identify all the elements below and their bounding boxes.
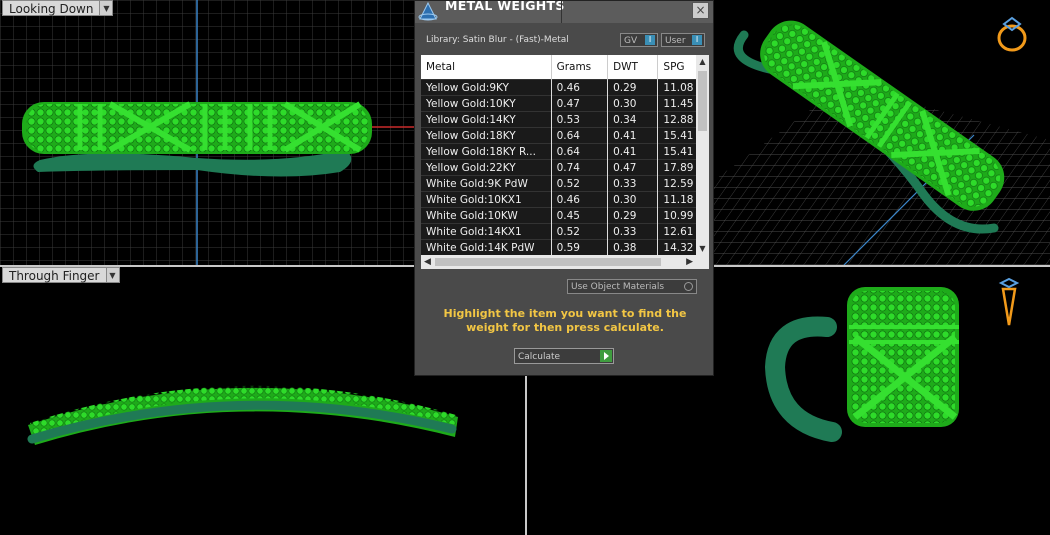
play-icon [600, 350, 612, 362]
vertical-scrollbar[interactable]: ▲ ▼ [696, 55, 709, 255]
instruction-text: Highlight the item you want to find the … [443, 307, 687, 334]
cell-dwt: 0.41 [607, 143, 659, 160]
cell-dwt: 0.33 [607, 223, 659, 240]
cell-metal: White Gold:10KX1 [421, 191, 552, 208]
library-label: Library: Satin Blur - (Fast)-Metal [426, 35, 569, 45]
cell-grams: 0.64 [551, 127, 609, 144]
cell-grams: 0.47 [551, 95, 609, 112]
cell-metal: Yellow Gold:9KY [421, 79, 552, 96]
toggle-label: GV [624, 36, 638, 46]
toggle-knob: I [645, 35, 655, 45]
pendant-orientation-icon[interactable] [997, 277, 1021, 329]
column-header-metal[interactable]: Metal [421, 55, 552, 80]
table: Metal Grams DWT SPG Yellow Gold:9KY 0.46 0… [421, 55, 709, 255]
metal-weights-table[interactable]: Metal Grams DWT SPG Yellow Gold:9KY 0.46 0… [421, 55, 709, 269]
cell-metal: Yellow Gold:14KY [421, 111, 552, 128]
cell-dwt: 0.29 [607, 79, 659, 96]
table-row[interactable]: White Gold:14K PdW 0.59 0.38 14.32 [421, 239, 709, 255]
cell-metal: Yellow Gold:18KY R... [421, 143, 552, 160]
table-header-row: Metal Grams DWT SPG [421, 55, 709, 80]
cell-metal: Yellow Gold:10KY [421, 95, 552, 112]
horizontal-scrollbar[interactable]: ◀ ▶ [421, 255, 709, 269]
cell-dwt: 0.30 [607, 95, 659, 112]
dialog-title: METAL WEIGHTS [445, 0, 565, 13]
calculate-button[interactable]: Calculate [514, 348, 614, 364]
cell-metal: White Gold:10KW [421, 207, 552, 224]
column-header-grams[interactable]: Grams [551, 55, 609, 80]
cell-dwt: 0.41 [607, 127, 659, 144]
cell-grams: 0.46 [551, 79, 609, 96]
cell-grams: 0.52 [551, 175, 609, 192]
scroll-left-icon[interactable]: ◀ [424, 255, 431, 269]
option-label: Use Object Materials [571, 282, 665, 292]
toggle-knob: I [692, 35, 702, 45]
cell-dwt: 0.34 [607, 111, 659, 128]
cell-grams: 0.45 [551, 207, 609, 224]
cell-grams: 0.74 [551, 159, 609, 176]
table-body: Yellow Gold:9KY 0.46 0.29 11.08 Yellow Gold… [421, 79, 709, 255]
scroll-thumb[interactable] [698, 71, 707, 131]
cell-grams: 0.52 [551, 223, 609, 240]
cell-metal: Yellow Gold:22KY [421, 159, 552, 176]
title-separator [561, 1, 562, 23]
toggle-label: User [665, 36, 686, 46]
scroll-right-icon[interactable]: ▶ [686, 255, 693, 269]
table-row[interactable]: White Gold:9K PdW 0.52 0.33 12.59 [421, 175, 709, 192]
table-row[interactable]: Yellow Gold:10KY 0.47 0.30 11.45 [421, 95, 709, 112]
cell-dwt: 0.47 [607, 159, 659, 176]
table-row[interactable]: Yellow Gold:22KY 0.74 0.47 17.89 [421, 159, 709, 176]
cell-dwt: 0.29 [607, 207, 659, 224]
cell-dwt: 0.30 [607, 191, 659, 208]
cell-grams: 0.64 [551, 143, 609, 160]
viewport-perspective[interactable] [714, 0, 1050, 265]
ring-orientation-icon[interactable] [994, 14, 1030, 54]
cell-metal: White Gold:9K PdW [421, 175, 552, 192]
dialog-title-bar[interactable]: METAL WEIGHTS × [415, 0, 713, 23]
cell-dwt: 0.33 [607, 175, 659, 192]
viewport-looking-down[interactable]: Looking Down ▼ [0, 0, 414, 265]
cell-grams: 0.59 [551, 239, 609, 255]
radio-icon[interactable] [684, 282, 693, 291]
dropdown-arrow-icon[interactable]: ▼ [106, 267, 120, 283]
cell-metal: Yellow Gold:18KY [421, 127, 552, 144]
user-toggle[interactable]: User I [661, 33, 705, 47]
close-button[interactable]: × [692, 2, 709, 19]
table-row[interactable]: Yellow Gold:9KY 0.46 0.29 11.08 [421, 79, 709, 96]
cell-grams: 0.53 [551, 111, 609, 128]
table-row[interactable]: Yellow Gold:18KY 0.64 0.41 15.41 [421, 127, 709, 144]
table-row[interactable]: Yellow Gold:14KY 0.53 0.34 12.88 [421, 111, 709, 128]
table-row[interactable]: White Gold:10KW 0.45 0.29 10.99 [421, 207, 709, 224]
cell-dwt: 0.38 [607, 239, 659, 255]
viewport-label-through-finger[interactable]: Through Finger ▼ [2, 267, 120, 283]
cell-metal: White Gold:14KX1 [421, 223, 552, 240]
viewport-label-text: Through Finger [2, 267, 107, 283]
column-header-dwt[interactable]: DWT [607, 55, 659, 80]
table-row[interactable]: Yellow Gold:18KY R... 0.64 0.41 15.41 [421, 143, 709, 160]
calculate-label: Calculate [518, 352, 561, 362]
app-logo-icon [418, 1, 438, 21]
metal-weights-dialog: METAL WEIGHTS × Library: Satin Blur - (F… [414, 0, 714, 376]
table-row[interactable]: White Gold:10KX1 0.46 0.30 11.18 [421, 191, 709, 208]
table-row[interactable]: White Gold:14KX1 0.52 0.33 12.61 [421, 223, 709, 240]
scroll-up-icon[interactable]: ▲ [696, 57, 709, 66]
dropdown-arrow-icon[interactable]: ▼ [100, 0, 114, 16]
viewport-label-text: Looking Down [2, 0, 101, 16]
gv-toggle[interactable]: GV I [620, 33, 658, 47]
ring-model-top-view [22, 101, 372, 177]
cell-grams: 0.46 [551, 191, 609, 208]
viewport-label-looking-down[interactable]: Looking Down ▼ [2, 0, 114, 16]
use-object-materials-option[interactable]: Use Object Materials [567, 279, 697, 294]
scroll-thumb[interactable] [435, 258, 661, 266]
scroll-down-icon[interactable]: ▼ [696, 244, 709, 253]
cell-metal: White Gold:14K PdW [421, 239, 552, 255]
